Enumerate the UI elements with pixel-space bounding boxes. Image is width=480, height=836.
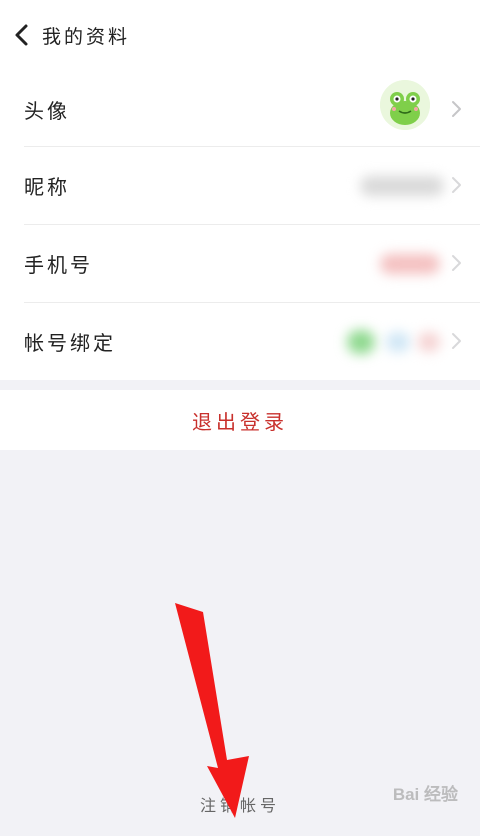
navigation-bar: 我的资料 (0, 0, 480, 70)
avatar-label: 头像 (24, 98, 70, 123)
watermark: Bai 经验 (392, 785, 458, 804)
row-nickname[interactable]: 昵称 (0, 146, 480, 224)
binding-icon-blurred (347, 330, 375, 354)
nickname-value-blurred (360, 176, 444, 196)
chevron-right-icon (452, 101, 461, 117)
nickname-label: 昵称 (24, 174, 70, 199)
account-binding-label: 帐号绑定 (24, 330, 116, 355)
logout-button[interactable]: 退出登录 (0, 390, 480, 450)
binding-icon-blurred (386, 332, 410, 352)
row-phone[interactable]: 手机号 (0, 224, 480, 302)
row-avatar[interactable]: 头像 (0, 70, 480, 148)
chevron-right-icon (452, 177, 461, 193)
phone-value-blurred (380, 254, 440, 274)
chevron-right-icon (452, 255, 461, 271)
chevron-left-icon (15, 24, 28, 46)
phone-label: 手机号 (24, 252, 93, 277)
row-account-binding[interactable]: 帐号绑定 (0, 302, 480, 380)
avatar[interactable] (380, 80, 430, 130)
frog-avatar-icon (380, 80, 430, 130)
cancel-account-label: 注销帐号 (199, 796, 280, 815)
profile-list: 头像 昵称 手机号 帐号绑定 (0, 70, 480, 380)
binding-icon-blurred (418, 332, 440, 352)
logout-label: 退出登录 (192, 409, 288, 434)
page-title: 我的资料 (42, 25, 131, 48)
chevron-right-icon (452, 333, 461, 349)
back-button[interactable] (2, 0, 42, 70)
